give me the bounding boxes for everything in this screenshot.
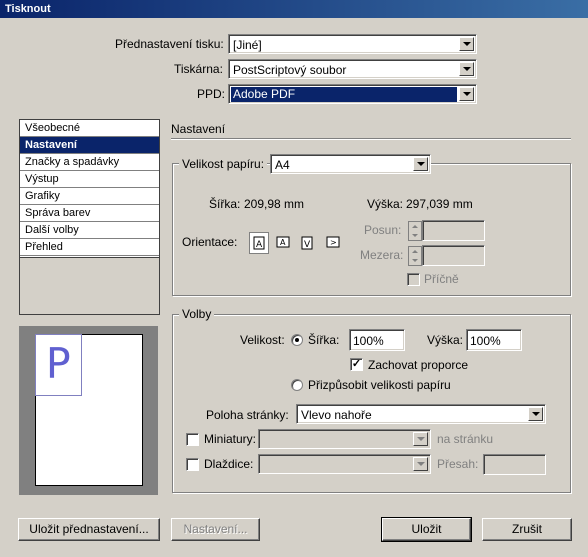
chevron-down-icon[interactable] bbox=[413, 157, 428, 171]
offset-label: Posun: bbox=[364, 223, 402, 237]
tiles-label: Dlaždice: bbox=[204, 457, 254, 471]
paper-size-label: Velikost papíru: bbox=[179, 157, 268, 171]
paper-height-label: Výška: bbox=[367, 197, 404, 211]
svg-text:A: A bbox=[256, 240, 263, 250]
ppd-dropdown[interactable]: Adobe PDF bbox=[228, 84, 477, 104]
save-preset-button[interactable]: Uložit přednastavení... bbox=[18, 518, 160, 541]
scale-width-input[interactable]: 100% bbox=[349, 329, 405, 351]
sidebar-item-vystup[interactable]: Výstup bbox=[20, 171, 159, 188]
sidebar-item-nastaveni[interactable]: Nastavení bbox=[20, 137, 159, 154]
options-title: Volby bbox=[179, 307, 215, 321]
setup-button[interactable]: Nastavení... bbox=[171, 518, 260, 541]
orientation-label: Orientace: bbox=[182, 235, 238, 249]
thumbnails-checkbox[interactable] bbox=[186, 433, 199, 446]
fit-to-paper-label: Přizpůsobit velikosti papíru bbox=[308, 378, 451, 392]
paper-height-value: 297,039 mm bbox=[406, 197, 473, 211]
chevron-down-icon bbox=[413, 432, 428, 446]
chevron-down-icon[interactable] bbox=[459, 87, 474, 101]
overlap-label: Přesah: bbox=[437, 457, 479, 471]
cancel-button[interactable]: Zrušit bbox=[482, 518, 572, 541]
tiles-checkbox[interactable] bbox=[186, 458, 199, 471]
landscape-orientation-icon[interactable]: A bbox=[272, 232, 292, 254]
list-empty-area bbox=[20, 257, 159, 314]
ppd-value: Adobe PDF bbox=[231, 87, 457, 102]
paper-size-dropdown[interactable]: A4 bbox=[270, 154, 431, 174]
svg-text:V: V bbox=[304, 240, 311, 250]
fit-to-paper-radio[interactable] bbox=[291, 379, 303, 391]
chevron-down-icon[interactable] bbox=[528, 407, 543, 421]
sidebar-item-prehled[interactable]: Přehled bbox=[20, 239, 159, 256]
keep-proportions-checkbox[interactable]: ✓ bbox=[350, 358, 363, 371]
panel-title: Nastavení bbox=[171, 122, 226, 136]
scale-height-value: 100% bbox=[470, 334, 501, 348]
ppd-label: PPD: bbox=[197, 87, 226, 101]
preset-dropdown[interactable]: [Jiné] bbox=[228, 34, 477, 54]
scale-width-label: Šířka: bbox=[308, 333, 340, 347]
preset-label: Přednastavení tisku: bbox=[115, 37, 224, 51]
scale-width-value: 100% bbox=[353, 334, 384, 348]
chevron-down-icon[interactable] bbox=[459, 37, 474, 51]
category-list: Všeobecné Nastavení Značky a spadávky Vý… bbox=[19, 119, 160, 315]
panel-divider bbox=[171, 138, 571, 140]
gap-spinner bbox=[408, 246, 422, 266]
reverse-portrait-orientation-icon[interactable]: V bbox=[297, 232, 317, 254]
printer-value: PostScriptový soubor bbox=[233, 63, 347, 77]
scale-label: Velikost: bbox=[240, 333, 285, 347]
gap-input bbox=[422, 245, 485, 266]
title-bar: Tisknout bbox=[0, 0, 588, 18]
tiles-dropdown bbox=[258, 454, 431, 474]
offset-input bbox=[422, 220, 485, 241]
sidebar-item-vseobecne[interactable]: Všeobecné bbox=[20, 120, 159, 137]
portrait-orientation-icon[interactable]: A bbox=[249, 232, 269, 254]
svg-text:A: A bbox=[280, 238, 286, 247]
gap-label: Mezera: bbox=[360, 248, 404, 262]
printer-label: Tiskárna: bbox=[174, 62, 223, 76]
printer-dropdown[interactable]: PostScriptový soubor bbox=[228, 59, 477, 79]
thumbnails-dropdown bbox=[258, 429, 431, 449]
reverse-landscape-orientation-icon[interactable]: > bbox=[322, 232, 342, 254]
overlap-input bbox=[483, 454, 546, 475]
chevron-down-icon[interactable] bbox=[459, 62, 474, 76]
page-position-dropdown[interactable]: Vlevo nahoře bbox=[296, 404, 546, 424]
transverse-checkbox bbox=[407, 273, 420, 286]
window-title: Tisknout bbox=[5, 3, 51, 15]
scale-radio[interactable] bbox=[291, 334, 303, 346]
paper-width-value: 209,98 mm bbox=[244, 197, 305, 211]
save-button[interactable]: Uložit bbox=[381, 517, 472, 542]
offset-spinner bbox=[408, 221, 422, 241]
chevron-down-icon bbox=[413, 457, 428, 471]
page-position-label: Poloha stránky: bbox=[206, 408, 289, 422]
preview-glyph: P bbox=[35, 334, 82, 396]
transverse-label: Příčně bbox=[424, 272, 459, 286]
keep-proportions-label: Zachovat proporce bbox=[368, 358, 469, 372]
preset-value: [Jiné] bbox=[233, 38, 262, 52]
page-position-value: Vlevo nahoře bbox=[301, 408, 372, 422]
paper-width-label: Šířka: bbox=[209, 197, 241, 211]
per-page-label: na stránku bbox=[437, 432, 494, 446]
scale-height-input[interactable]: 100% bbox=[466, 329, 522, 351]
sidebar-item-znacky[interactable]: Značky a spadávky bbox=[20, 154, 159, 171]
svg-text:>: > bbox=[330, 238, 337, 247]
sidebar-item-grafiky[interactable]: Grafiky bbox=[20, 188, 159, 205]
sidebar-item-sprava-barev[interactable]: Správa barev bbox=[20, 205, 159, 222]
paper-size-value: A4 bbox=[275, 158, 290, 172]
sidebar-item-dalsi-volby[interactable]: Další volby bbox=[20, 222, 159, 239]
thumbnails-label: Miniatury: bbox=[204, 432, 257, 446]
scale-height-label: Výška: bbox=[427, 333, 464, 347]
